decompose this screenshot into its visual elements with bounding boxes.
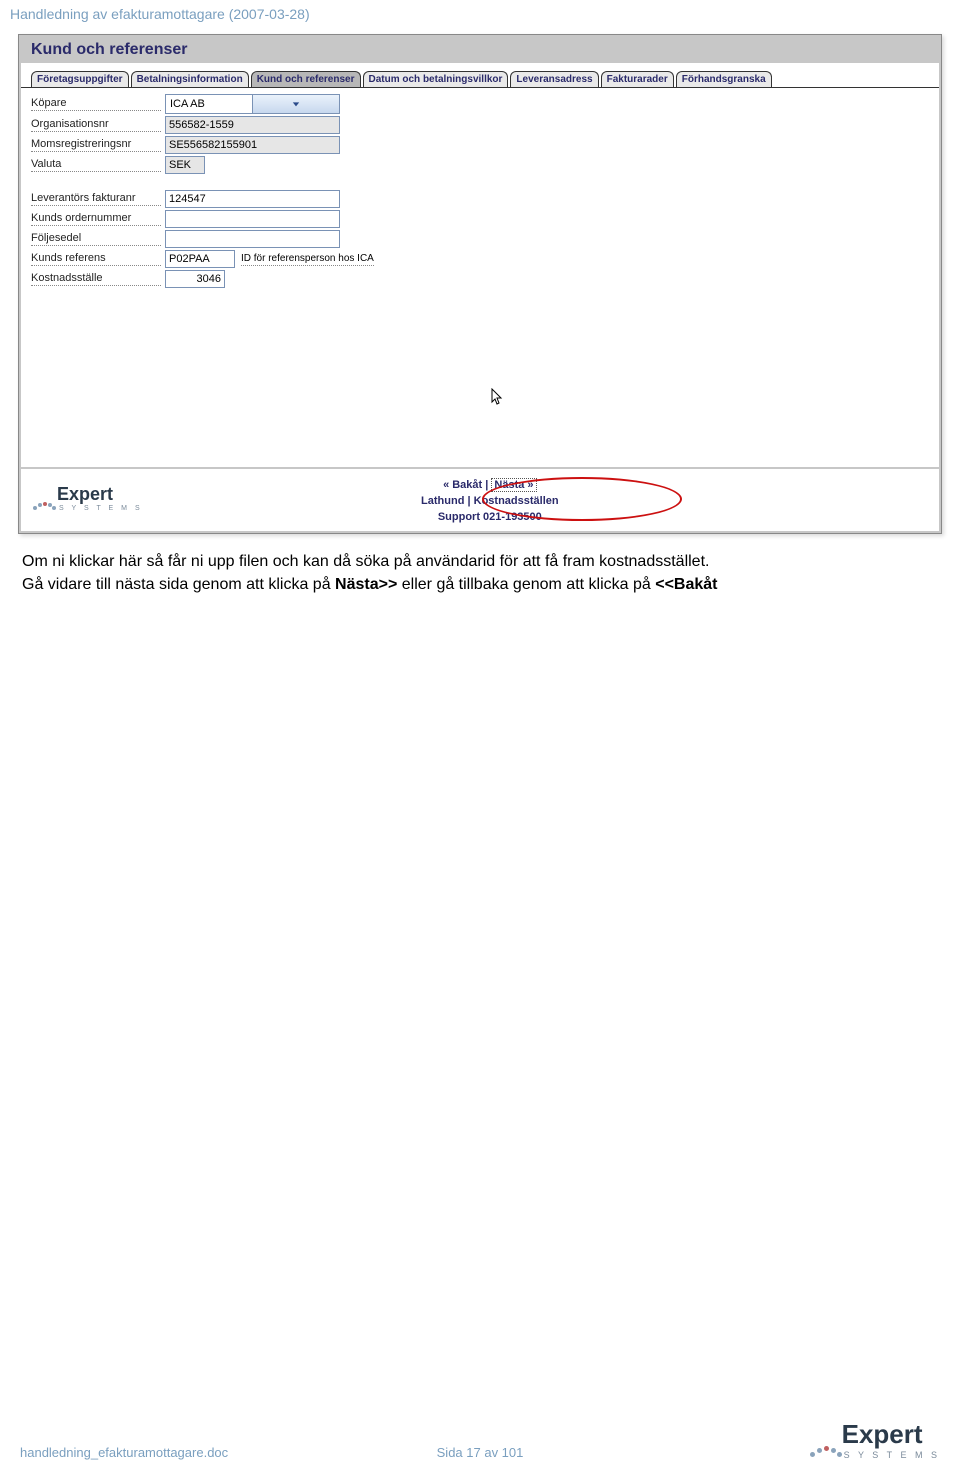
text: Om ni klickar här så får ni upp filen oc…: [22, 553, 709, 570]
kostnadsstallen-link[interactable]: Kostnadsställen: [474, 495, 559, 507]
foljesedel-label: Följesedel: [31, 232, 161, 246]
tab-bar: Företagsuppgifter Betalningsinformation …: [31, 71, 929, 87]
doc-header: Handledning av efakturamottagare (2007-0…: [0, 0, 960, 24]
panel-title: Kund och referenser: [19, 35, 941, 63]
kopare-value: ICA AB: [166, 98, 252, 110]
valuta-label: Valuta: [31, 158, 161, 172]
tab-leveransadress[interactable]: Leveransadress: [510, 71, 598, 87]
tab-label: Betalningsinformation: [137, 74, 243, 85]
kunds-referens-label: Kunds referens: [31, 252, 161, 266]
kunds-ordernr-input[interactable]: [165, 210, 340, 228]
back-link[interactable]: « Bakåt: [443, 479, 482, 491]
logo-word: Expert: [57, 484, 143, 505]
tab-content: Köpare ICA AB Organisationsnr Momsregist…: [21, 87, 939, 467]
cursor-icon: [491, 388, 505, 406]
tab-label: Förhandsgranska: [682, 74, 766, 85]
tab-forhandsgranska[interactable]: Förhandsgranska: [676, 71, 772, 87]
tab-label: Företagsuppgifter: [37, 74, 123, 85]
kunds-referens-input[interactable]: [165, 250, 235, 268]
kostnadsstalle-input[interactable]: [165, 270, 225, 288]
app-window: Kund och referenser Företagsuppgifter Be…: [18, 34, 942, 534]
separator: |: [485, 479, 488, 491]
momsnr-input[interactable]: [165, 136, 340, 154]
tab-kund-och-referenser[interactable]: Kund och referenser: [251, 71, 361, 87]
tab-label: Fakturarader: [607, 74, 668, 85]
kunds-referens-hint: ID för referensperson hos ICA: [241, 253, 374, 266]
kopare-dropdown[interactable]: ICA AB: [165, 94, 340, 114]
expert-logo: Expert S Y S T E M S: [33, 484, 143, 512]
valuta-input[interactable]: [165, 156, 205, 174]
lev-fakturanr-label: Leverantörs fakturanr: [31, 192, 161, 206]
text: eller gå tillbaka genom att klicka på: [397, 576, 655, 593]
kopare-label: Köpare: [31, 97, 161, 111]
text-bold: Nästa>>: [335, 576, 397, 593]
foljesedel-input[interactable]: [165, 230, 340, 248]
lev-fakturanr-input[interactable]: [165, 190, 340, 208]
text-bold: <<Bakåt: [655, 576, 717, 593]
tab-foretagsuppgifter[interactable]: Företagsuppgifter: [31, 71, 129, 87]
tab-betalningsinformation[interactable]: Betalningsinformation: [131, 71, 249, 87]
tab-datum-och-betalningsvillkor[interactable]: Datum och betalningsvillkor: [363, 71, 509, 87]
logo-sub: S Y S T E M S: [844, 1450, 940, 1460]
logo-sub: S Y S T E M S: [59, 505, 143, 512]
chevron-down-icon: [252, 95, 339, 113]
separator: |: [467, 495, 470, 507]
orgnr-input[interactable]: [165, 116, 340, 134]
expert-logo-footer: Expert S Y S T E M S: [810, 1419, 940, 1460]
tab-label: Leveransadress: [516, 74, 592, 85]
tab-label: Datum och betalningsvillkor: [369, 74, 503, 85]
kunds-ordernr-label: Kunds ordernummer: [31, 212, 161, 226]
momsnr-label: Momsregistreringsnr: [31, 138, 161, 152]
lathund-link[interactable]: Lathund: [421, 495, 464, 507]
tab-fakturarader[interactable]: Fakturarader: [601, 71, 674, 87]
next-link[interactable]: Nästa »: [491, 478, 536, 492]
kostnadsstalle-label: Kostnadsställe: [31, 272, 161, 286]
explanation-text: Om ni klickar här så får ni upp filen oc…: [22, 550, 938, 596]
orgnr-label: Organisationsnr: [31, 118, 161, 132]
footer-filename: handledning_efakturamottagare.doc: [20, 1445, 228, 1460]
nav-links: « Bakåt | Nästa » Lathund | Kostnadsstäl…: [143, 479, 837, 523]
footer-page: Sida 17 av 101: [437, 1445, 524, 1460]
text: Gå vidare till nästa sida genom att klic…: [22, 576, 335, 593]
logo-word: Expert: [842, 1419, 940, 1450]
support-text: Support 021-193500: [438, 511, 542, 523]
tab-label: Kund och referenser: [257, 74, 355, 85]
